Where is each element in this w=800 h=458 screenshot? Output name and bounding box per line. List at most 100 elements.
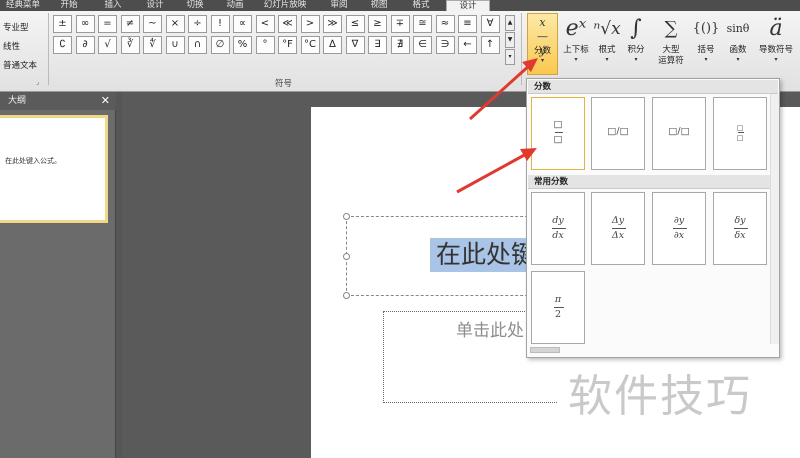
resize-handle[interactable] (343, 213, 350, 220)
fraction-small-delta-tile[interactable]: δy δx (713, 192, 767, 265)
symbol-button[interactable]: ∄ (390, 36, 410, 54)
script-icon: eˣ (565, 16, 587, 41)
symbol-button[interactable]: ! (210, 15, 230, 33)
dropdown-resize-grip[interactable] (530, 347, 560, 353)
gallery-scroll-up-icon[interactable]: ▲ (505, 15, 515, 31)
fraction-small-tile[interactable]: □ □ (713, 97, 767, 170)
gallery-more-icon[interactable]: ▾ (505, 49, 515, 65)
radical-button[interactable]: ⁿ√x 根式 ▾ (593, 13, 621, 73)
tab-equation-design[interactable]: 设计 (446, 0, 490, 11)
symbol-button[interactable]: ∩ (188, 36, 207, 54)
resize-handle[interactable] (343, 292, 350, 299)
tab-classic-menu[interactable]: 经典菜单 (0, 0, 46, 11)
symbol-button[interactable]: ≠ (120, 15, 140, 33)
fraction-partial-y-partial-x-tile[interactable]: ∂y ∂x (652, 192, 706, 265)
slide-thumbnail[interactable]: 在此处键入公式。 (0, 115, 108, 223)
fraction-dy-dx-tile[interactable]: dy dx (531, 192, 585, 265)
group-separator (521, 13, 522, 85)
symbol-button[interactable]: × (165, 15, 185, 33)
tab-transitions[interactable]: 切换 (178, 0, 212, 11)
chevron-down-icon: ▾ (634, 56, 638, 63)
chevron-down-icon: ▾ (540, 57, 544, 64)
symbol-button[interactable]: ≡ (458, 15, 477, 33)
symbols-group-label: 符号 (275, 79, 293, 89)
symbols-gallery: ± ∞ = ≠ ~ × ÷! ∝ < ≪ > ≫ ≤ ≥ ∓ ≅ ≈ ≡ ∀ ∁ ∂ √ ∛ ∜ ∪ ∩ ∅% ° °F °C ∆ ∇ ∃ ∄ ∈ ∋… (53, 15, 515, 67)
symbol-button[interactable]: ∜ (143, 36, 162, 54)
pane-splitter[interactable] (116, 92, 122, 458)
symbol-button[interactable]: ∝ (233, 15, 252, 33)
symbol-button[interactable]: ≅ (413, 15, 432, 33)
symbol-button[interactable]: ∀ (480, 15, 500, 33)
symbol-button[interactable]: > (300, 15, 320, 33)
symbol-button[interactable]: ← (458, 36, 477, 54)
outline-pane-title: 大纲 (8, 96, 27, 106)
symbol-button[interactable]: ↑ (480, 36, 500, 54)
symbol-button[interactable]: ∛ (120, 36, 140, 54)
symbol-button[interactable]: ~ (143, 15, 162, 33)
summation-icon: ∑ (664, 18, 678, 39)
fraction-button[interactable]: x — y 分数 ▾ (527, 13, 558, 75)
symbol-button[interactable]: ∞ (75, 15, 95, 33)
dropdown-scrollbar[interactable] (770, 94, 779, 344)
symbol-button[interactable]: ∋ (435, 36, 455, 54)
fraction-linear-tile[interactable]: □/□ (652, 97, 706, 170)
symbol-button[interactable]: ≪ (278, 15, 297, 33)
bracket-button[interactable]: {()} 括号 ▾ (691, 13, 721, 73)
watermark-text: 软件技巧 (568, 371, 752, 422)
accent-button[interactable]: ä 导数符号 ▾ (755, 13, 797, 73)
tab-design[interactable]: 设计 (138, 0, 172, 11)
close-icon[interactable]: ✕ (101, 92, 110, 110)
tab-review[interactable]: 审阅 (322, 0, 356, 11)
tab-format[interactable]: 格式 (404, 0, 438, 11)
thumbnail-text: 在此处键入公式。 (5, 157, 61, 165)
integral-icon: ∫ (630, 16, 642, 41)
tab-slideshow[interactable]: 幻灯片放映 (256, 0, 314, 11)
symbol-button[interactable]: < (255, 15, 275, 33)
symbol-button[interactable]: ∂ (75, 36, 95, 54)
chevron-down-icon: ▾ (736, 56, 740, 63)
linear-format-button[interactable]: 线性 (3, 40, 20, 52)
bracket-icon: {()} (692, 21, 720, 36)
tab-insert[interactable]: 插入 (96, 0, 130, 11)
tab-animations[interactable]: 动画 (218, 0, 252, 11)
symbol-button[interactable]: ± (53, 15, 72, 33)
symbol-button[interactable]: ∓ (390, 15, 410, 33)
symbol-button[interactable]: ∁ (53, 36, 72, 54)
tab-home[interactable]: 开始 (52, 0, 86, 11)
symbol-button[interactable]: ≫ (323, 15, 342, 33)
professional-format-button[interactable]: 专业型 (3, 21, 29, 33)
tab-view[interactable]: 视图 (362, 0, 396, 11)
symbol-button[interactable]: ∈ (413, 36, 432, 54)
chevron-down-icon: ▾ (605, 56, 609, 63)
fraction-pi-over-2-tile[interactable]: π 2 (531, 271, 585, 344)
symbol-button[interactable]: √ (98, 36, 117, 54)
integral-button[interactable]: ∫ 积分 ▾ (622, 13, 650, 73)
function-icon: sinθ (726, 22, 750, 35)
fraction-delta-y-delta-x-tile[interactable]: Δy Δx (591, 192, 645, 265)
function-button[interactable]: sinθ 函数 ▾ (722, 13, 754, 73)
symbol-button[interactable]: ∃ (368, 36, 387, 54)
symbol-button[interactable]: ÷ (188, 15, 207, 33)
symbol-button[interactable]: ∅ (210, 36, 230, 54)
large-operator-button[interactable]: ∑ 大型 运算符 (652, 13, 690, 73)
resize-handle[interactable] (343, 253, 350, 260)
symbol-button[interactable]: °F (278, 36, 297, 54)
symbol-button[interactable]: °C (300, 36, 320, 54)
symbol-button[interactable]: ≈ (435, 15, 455, 33)
outline-pane-header: 大纲 ✕ (0, 92, 116, 110)
gallery-scroll-down-icon[interactable]: ▼ (505, 32, 515, 48)
normal-text-button[interactable]: 普通文本 (3, 59, 37, 71)
symbol-button[interactable]: = (98, 15, 117, 33)
fraction-stacked-tile[interactable]: □ □ (531, 97, 585, 170)
script-button[interactable]: eˣ 上下标 ▾ (560, 13, 592, 73)
tools-dialog-launcher-icon[interactable]: ⌟ (36, 78, 39, 86)
symbol-button[interactable]: ∪ (165, 36, 185, 54)
fraction-skewed-tile[interactable]: □/□ (591, 97, 645, 170)
symbol-button[interactable]: ∆ (323, 36, 342, 54)
symbol-button[interactable]: % (233, 36, 252, 54)
symbol-button[interactable]: ° (255, 36, 275, 54)
chevron-down-icon: ▾ (774, 56, 778, 63)
symbol-button[interactable]: ≥ (368, 15, 387, 33)
symbol-button[interactable]: ≤ (345, 15, 365, 33)
symbol-button[interactable]: ∇ (345, 36, 365, 54)
